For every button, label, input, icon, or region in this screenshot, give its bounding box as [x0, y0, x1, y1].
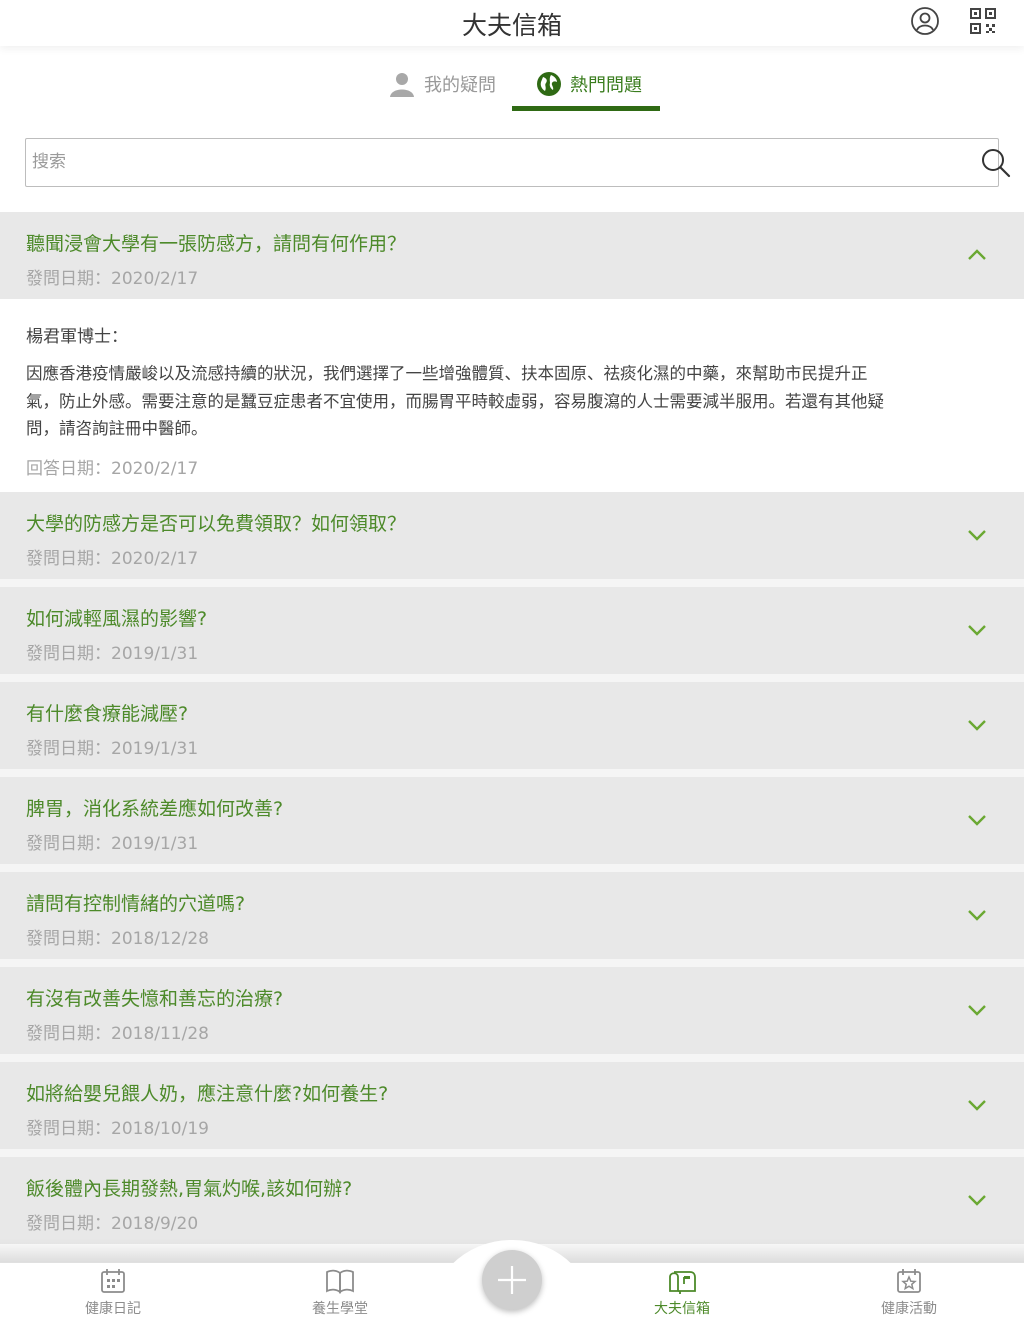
- question-row[interactable]: 如將給嬰兒餵人奶，應注意什麼?如何養生? 發問日期：2018/10/19: [0, 1062, 1024, 1149]
- question-date: 發問日期：2018/11/28: [26, 1024, 209, 1044]
- row-divider: [0, 769, 1024, 777]
- answer-panel: 楊君軍博士： 因應香港疫情嚴峻以及流感持續的狀況，我們選擇了一些增強體質、扶本固…: [0, 299, 1024, 492]
- chevron-up-icon[interactable]: [966, 247, 988, 263]
- tab-my-questions[interactable]: 我的疑問: [388, 64, 496, 104]
- answer-body: 因應香港疫情嚴峻以及流感持續的狀況，我們選擇了一些增強體質、扶本固原、祛痰化濕的…: [26, 364, 884, 438]
- question-row[interactable]: 飯後體內長期發熱,胃氣灼喉,該如何辦? 發問日期：2018/9/20: [0, 1157, 1024, 1244]
- question-title: 如將給嬰兒餵人奶，應注意什麼?如何養生?: [26, 1083, 389, 1105]
- globe-icon: [537, 72, 561, 96]
- nav-label: 養生學堂: [312, 1301, 368, 1317]
- question-row[interactable]: 請問有控制情緒的穴道嗎? 發問日期：2018/12/28: [0, 872, 1024, 959]
- nav-label: 健康日記: [85, 1301, 141, 1317]
- question-row[interactable]: 有什麼食療能減壓? 發問日期：2019/1/31: [0, 682, 1024, 769]
- question-title: 有什麼食療能減壓?: [26, 703, 189, 725]
- app-header: 大夫信箱: [0, 0, 1024, 46]
- question-date: 發問日期：2018/12/28: [26, 929, 209, 949]
- row-divider: [0, 864, 1024, 872]
- nav-health-diary[interactable]: 健康日記: [53, 1267, 173, 1318]
- question-date: 發問日期：2019/1/31: [26, 834, 199, 854]
- add-button[interactable]: [482, 1250, 542, 1310]
- question-date: 發問日期：2020/2/17: [26, 549, 199, 569]
- nav-label: 健康活動: [881, 1301, 937, 1317]
- chevron-down-icon[interactable]: [966, 907, 988, 923]
- tab-hot-questions[interactable]: 熱門問題: [536, 64, 642, 104]
- plus-icon: [498, 1266, 526, 1294]
- question-title: 飯後體內長期發熱,胃氣灼喉,該如何辦?: [26, 1178, 353, 1200]
- question-date: 發問日期：2018/10/19: [26, 1119, 209, 1139]
- nav-health-events[interactable]: 健康活動: [849, 1267, 969, 1318]
- question-row[interactable]: 有沒有改善失憶和善忘的治療? 發問日期：2018/11/28: [0, 967, 1024, 1054]
- question-row[interactable]: 如何減輕風濕的影響? 發問日期：2019/1/31: [0, 587, 1024, 674]
- question-title: 大學的防感方是否可以免費領取？如何領取？: [26, 513, 407, 535]
- question-title: 脾胃，消化系統差應如何改善?: [26, 798, 284, 820]
- user-profile-icon[interactable]: [910, 6, 940, 36]
- question-tabs: 我的疑問 熱門問題: [0, 56, 1024, 114]
- chevron-down-icon[interactable]: [966, 622, 988, 638]
- nav-wellness-school[interactable]: 養生學堂: [280, 1267, 400, 1318]
- event-star-icon: [897, 1269, 921, 1293]
- question-title: 請問有控制情緒的穴道嗎?: [26, 893, 246, 915]
- calendar-icon: [101, 1269, 125, 1293]
- qr-code-icon[interactable]: [968, 6, 998, 36]
- question-title: 有沒有改善失憶和善忘的治療?: [26, 988, 284, 1010]
- question-date: 發問日期：2019/1/31: [26, 644, 199, 664]
- person-icon: [390, 73, 414, 97]
- mailbox-icon: [669, 1271, 696, 1294]
- chevron-down-icon[interactable]: [966, 527, 988, 543]
- nav-label: 大夫信箱: [654, 1301, 710, 1317]
- active-tab-indicator: [512, 106, 660, 111]
- nav-doctor-mailbox[interactable]: 大夫信箱: [622, 1267, 742, 1318]
- chevron-down-icon[interactable]: [966, 812, 988, 828]
- question-row[interactable]: 大學的防感方是否可以免費領取？如何領取？ 發問日期：2020/2/17: [0, 492, 1024, 579]
- chevron-down-icon[interactable]: [966, 1192, 988, 1208]
- question-date: 發問日期：2020/2/17: [26, 269, 199, 289]
- row-divider: [0, 1149, 1024, 1157]
- answer-date: 回答日期：2020/2/17: [26, 459, 199, 479]
- chevron-down-icon[interactable]: [966, 717, 988, 733]
- chevron-down-icon[interactable]: [966, 1097, 988, 1113]
- question-row[interactable]: 脾胃，消化系統差應如何改善? 發問日期：2019/1/31: [0, 777, 1024, 864]
- search-bar: [25, 138, 1011, 187]
- question-title: 聽聞浸會大學有一張防感方，請問有何作用？: [26, 233, 407, 255]
- question-date: 發問日期：2019/1/31: [26, 739, 199, 759]
- search-icon[interactable]: [980, 147, 1012, 179]
- page-title: 大夫信箱: [461, 11, 562, 40]
- row-divider: [0, 959, 1024, 967]
- row-divider: [0, 579, 1024, 587]
- book-icon: [326, 1269, 354, 1294]
- question-list: 聽聞浸會大學有一張防感方，請問有何作用？ 發問日期：2020/2/17 楊君軍博…: [0, 212, 1024, 1244]
- row-divider: [0, 1054, 1024, 1062]
- tab-label: 熱門問題: [570, 75, 642, 96]
- question-title: 如何減輕風濕的影響?: [26, 608, 208, 630]
- chevron-down-icon[interactable]: [966, 1002, 988, 1018]
- tab-label: 我的疑問: [424, 75, 496, 96]
- question-date: 發問日期：2018/9/20: [26, 1214, 199, 1234]
- question-row-expanded[interactable]: 聽聞浸會大學有一張防感方，請問有何作用？ 發問日期：2020/2/17: [0, 212, 1024, 299]
- answer-author: 楊君軍博士：: [26, 327, 128, 347]
- search-input[interactable]: [32, 139, 932, 185]
- row-divider: [0, 674, 1024, 682]
